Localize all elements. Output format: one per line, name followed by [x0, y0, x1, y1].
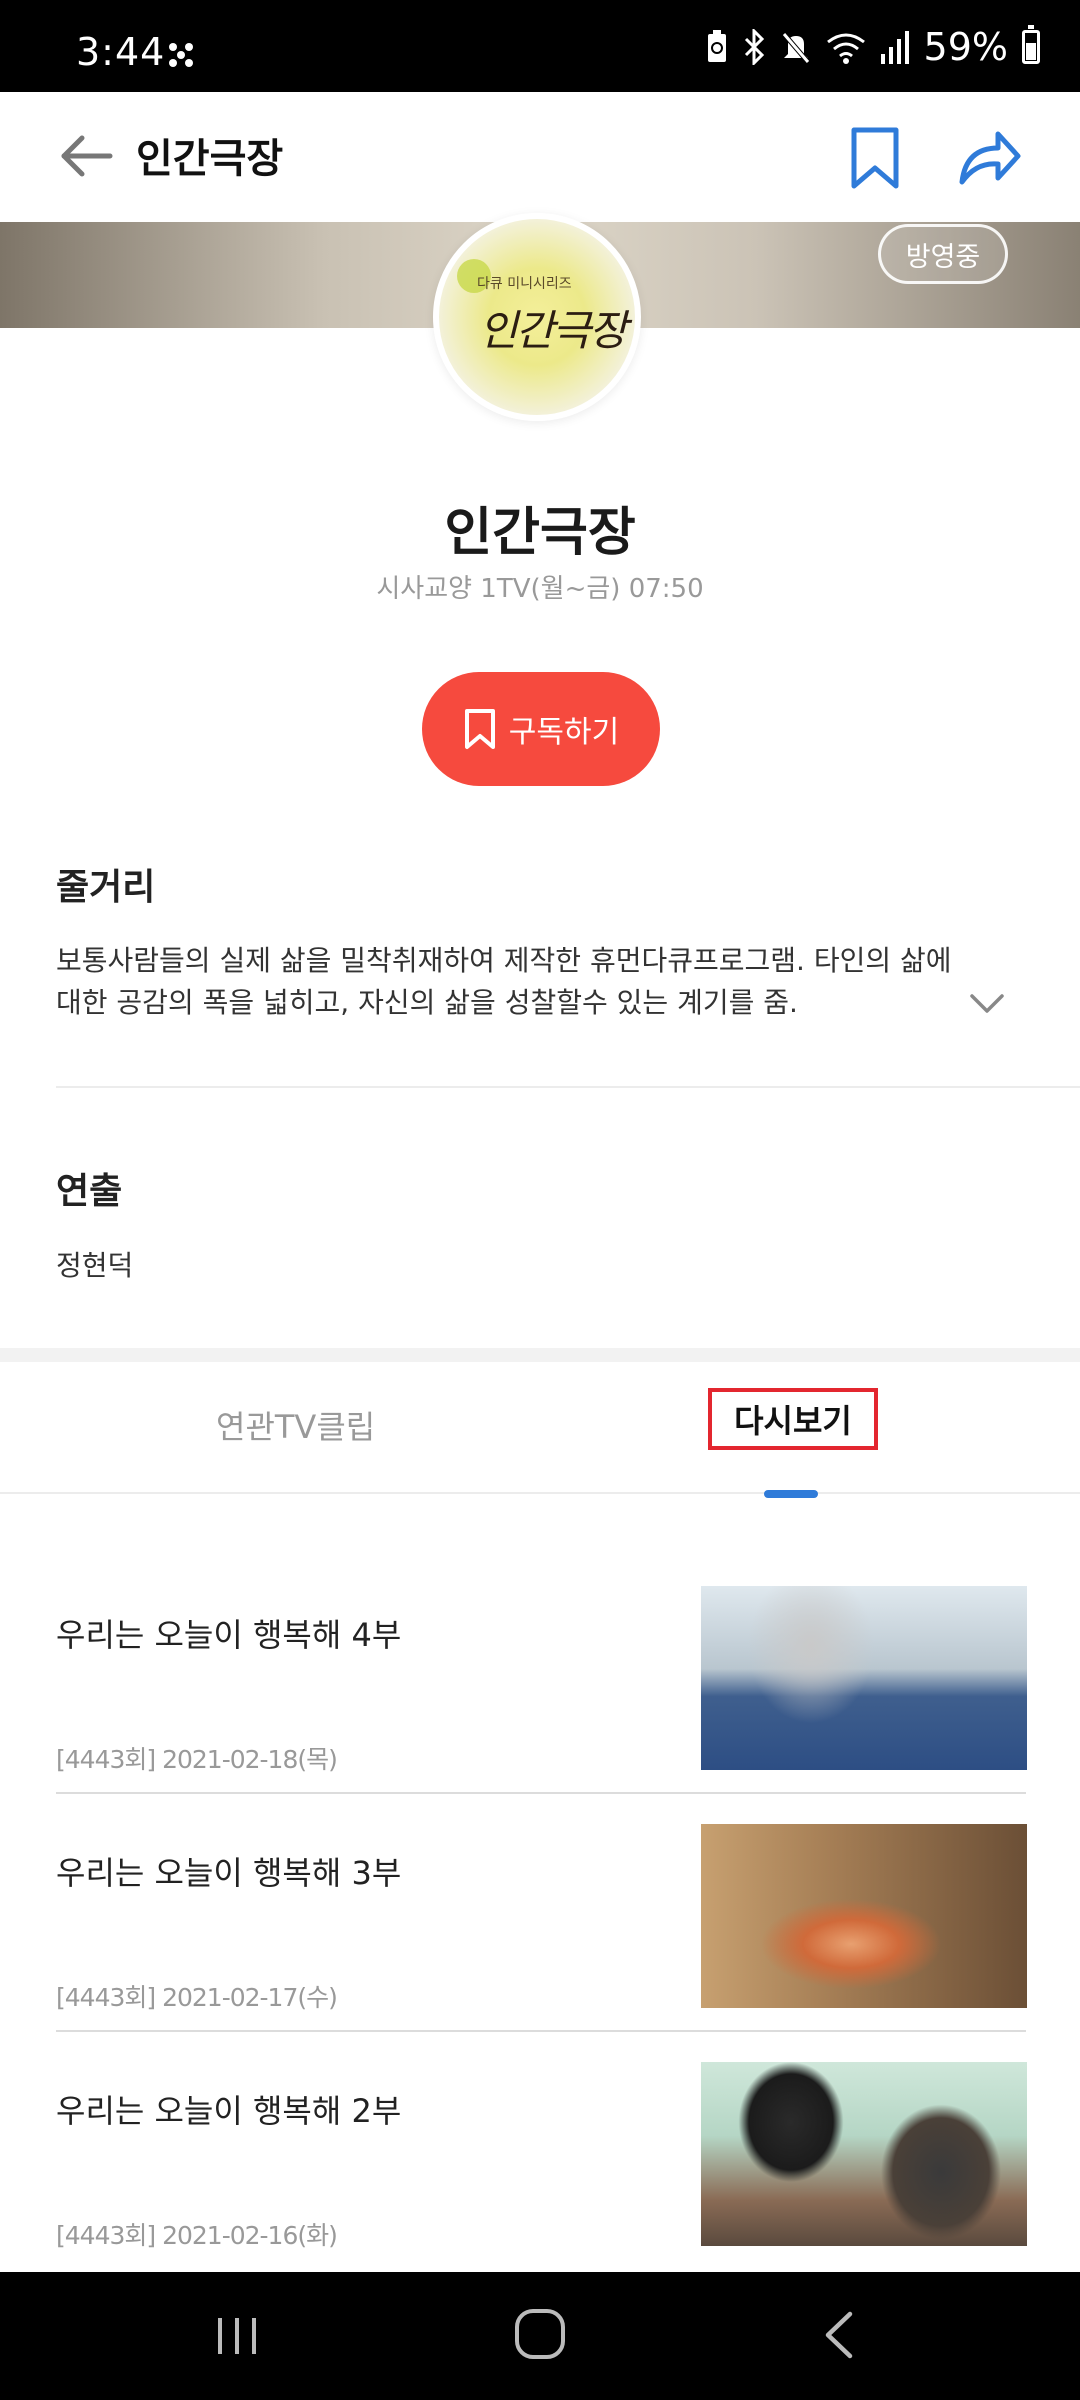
episode-title: 우리는 오늘이 행복해 3부	[56, 1854, 402, 1892]
episode-thumbnail[interactable]	[701, 1824, 1027, 2008]
tab-replay[interactable]: 다시보기	[708, 1388, 878, 1450]
signal-icon	[880, 31, 909, 64]
system-nav-bar	[0, 2272, 1080, 2400]
list-item[interactable]: 우리는 오늘이 행복해 3부 [4443회] 2021-02-17(수)	[56, 1824, 1027, 2060]
director-heading: 연출	[56, 1171, 123, 1212]
program-logo: 다큐 미니시리즈 인간극장	[433, 213, 641, 421]
bluetooth-icon	[744, 29, 764, 65]
list-divider	[56, 2030, 1026, 2032]
chevron-down-icon[interactable]	[968, 990, 1006, 1018]
director-name: 정현덕	[56, 1249, 134, 1282]
bookmark-icon	[464, 709, 495, 749]
tab-related-clips[interactable]: 연관TV클립	[216, 1402, 375, 1448]
logo-title: 인간극장	[479, 306, 628, 355]
program-title: 인간극장	[444, 503, 636, 563]
mute-icon	[781, 32, 810, 64]
battery-fill	[1026, 43, 1036, 60]
app-bar: 인간극장	[0, 92, 1080, 222]
list-divider	[56, 1792, 1026, 1794]
arrow-left-icon[interactable]	[54, 124, 118, 188]
list-item[interactable]: 우리는 오늘이 행복해 2부 [4443회] 2021-02-16(화)	[56, 2062, 1027, 2298]
tab-indicator	[764, 1490, 818, 1498]
subscribe-button[interactable]: 구독하기	[422, 672, 660, 786]
share-icon[interactable]	[958, 126, 1022, 188]
tab-bar: 연관TV클립 다시보기	[0, 1362, 1080, 1494]
section-divider	[56, 1086, 1080, 1088]
grid-dots-icon	[169, 43, 193, 67]
synopsis-heading: 줄거리	[56, 867, 156, 908]
episode-title: 우리는 오늘이 행복해 4부	[56, 1616, 402, 1654]
episode-date: [4443회] 2021-02-17(수)	[56, 1983, 338, 2012]
battery-saver-icon	[707, 30, 726, 62]
status-time: 3:44	[76, 30, 166, 74]
subscribe-label: 구독하기	[508, 715, 620, 750]
logo-subtitle: 다큐 미니시리즈	[477, 276, 572, 292]
on-air-badge: 방영중	[878, 224, 1008, 284]
episode-title: 우리는 오늘이 행복해 2부	[56, 2092, 402, 2130]
section-separator	[0, 1348, 1080, 1362]
status-bar: 3:44 59%	[0, 0, 1080, 92]
episode-thumbnail[interactable]	[701, 2062, 1027, 2246]
episode-date: [4443회] 2021-02-18(목)	[56, 1745, 338, 1774]
wifi-icon	[826, 33, 865, 64]
episode-thumbnail[interactable]	[701, 1586, 1027, 1770]
synopsis-text: 보통사람들의 실제 삶을 밀착취재하여 제작한 휴먼다큐프로그램. 타인의 삶에…	[56, 944, 952, 1019]
back-icon[interactable]	[818, 2308, 858, 2362]
battery-icon	[1022, 25, 1040, 64]
list-item[interactable]: 우리는 오늘이 행복해 4부 [4443회] 2021-02-18(목)	[56, 1586, 1027, 1822]
recent-apps-icon[interactable]	[212, 2312, 262, 2360]
app-bar-title: 인간극장	[136, 136, 284, 182]
status-icons: 59%	[706, 24, 1040, 70]
battery-percent: 59%	[923, 25, 1008, 69]
episode-date: [4443회] 2021-02-16(화)	[56, 2221, 338, 2250]
bookmark-icon[interactable]	[848, 126, 902, 190]
home-icon[interactable]	[512, 2306, 568, 2362]
program-meta: 시사교양 1TV(월~금) 07:50	[376, 574, 704, 604]
